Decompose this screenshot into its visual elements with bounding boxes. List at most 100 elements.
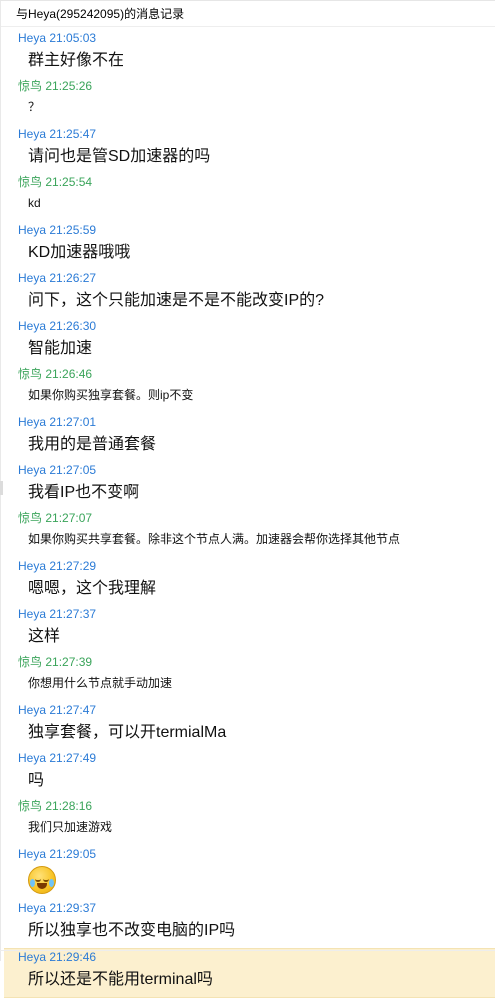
message-sender: Heya [18,127,47,141]
message-header: 惊鸟 21:27:39 [18,654,489,670]
message-header: Heya 21:27:05 [18,462,489,478]
message-text: ？ [28,100,41,114]
message-sender: Heya [18,31,47,45]
message-text: 如果你购买独享套餐。则ip不变 [28,388,194,402]
message-time: 21:28:16 [45,799,93,813]
divider [0,950,495,951]
message-text: 我看IP也不变啊 [28,484,140,501]
message-text: 你想用什么节点就手动加速 [28,676,173,690]
message-sender: 惊鸟 [18,367,43,381]
message-header: Heya 21:25:47 [18,126,489,142]
message-text: 请问也是管SD加速器的吗 [28,148,211,165]
message-time: 21:25:59 [49,223,97,237]
message-sender: 惊鸟 [18,655,43,669]
message-time: 21:05:03 [49,31,97,45]
message-text: 所以独享也不改变电脑的IP吗 [28,922,236,939]
message-header: 惊鸟 21:25:54 [18,174,489,190]
message-header: 惊鸟 21:25:26 [18,78,489,94]
message-time: 21:26:27 [49,271,97,285]
message-list[interactable]: Heya 21:05:03 群主好像不在惊鸟 21:25:26 ？ Heya 21:2… [0,27,495,998]
message-sender: Heya [18,463,47,477]
message-item[interactable]: Heya 21:29:46 所以还是不能用terminal吗 [4,948,495,998]
message-text: KD加速器哦哦 [28,244,131,261]
message-item[interactable]: Heya 21:29:37 所以独享也不改变电脑的IP吗 [0,900,495,948]
message-item[interactable]: Heya 21:05:03 群主好像不在 [0,30,495,78]
message-item[interactable]: Heya 21:27:37 这样 [0,606,495,654]
message-time: 21:26:46 [45,367,93,381]
message-item[interactable]: Heya 21:29:05 [0,846,495,900]
message-header: Heya 21:29:05 [18,846,489,862]
message-header: Heya 21:26:27 [18,270,489,286]
message-time: 21:25:26 [45,79,93,93]
message-time: 21:29:37 [49,901,97,915]
message-time: 21:25:47 [49,127,97,141]
message-time: 21:27:49 [49,751,97,765]
message-sender: 惊鸟 [18,79,43,93]
message-text: 智能加速 [28,340,93,357]
message-time: 21:27:47 [49,703,97,717]
message-header: Heya 21:27:49 [18,750,489,766]
message-item[interactable]: Heya 21:26:30 智能加速 [0,318,495,366]
message-time: 21:29:46 [49,950,97,964]
message-sender: Heya [18,901,47,915]
message-text: 我用的是普通套餐 [28,436,157,453]
message-header: Heya 21:27:37 [18,606,489,622]
message-text: 问下，这个只能加速是不是不能改变IP的? [28,292,325,309]
chat-history-window: 与Heya(295242095)的消息记录 Heya 21:05:03 群主好像不… [0,0,495,998]
message-text: 吗 [28,772,45,789]
message-text: 独享套餐，可以开termialMa [28,724,227,741]
message-item[interactable]: Heya 21:27:29 嗯嗯，这个我理解 [0,558,495,606]
message-sender: Heya [18,847,47,861]
message-item[interactable]: 惊鸟 21:28:16 我们只加速游戏 [0,798,495,846]
message-text: 如果你购买共享套餐。除非这个节点人满。加速器会帮你选择其他节点 [28,532,401,546]
message-item[interactable]: Heya 21:27:01 我用的是普通套餐 [0,414,495,462]
message-item[interactable]: 惊鸟 21:26:46 如果你购买独享套餐。则ip不变 [0,366,495,414]
message-time: 21:27:29 [49,559,97,573]
message-time: 21:29:05 [49,847,97,861]
message-header: Heya 21:26:30 [18,318,489,334]
message-item[interactable]: Heya 21:27:47 独享套餐，可以开termialMa [0,702,495,750]
message-sender: Heya [18,319,47,333]
message-time: 21:27:39 [45,655,93,669]
message-header: Heya 21:27:29 [18,558,489,574]
message-item[interactable]: 惊鸟 21:27:39 你想用什么节点就手动加速 [0,654,495,702]
message-sender: Heya [18,223,47,237]
message-text: 嗯嗯，这个我理解 [28,580,157,597]
message-text: 群主好像不在 [28,52,125,69]
message-sender: Heya [18,703,47,717]
message-sender: 惊鸟 [18,175,43,189]
message-item[interactable]: Heya 21:25:47 请问也是管SD加速器的吗 [0,126,495,174]
message-header: 惊鸟 21:27:07 [18,510,489,526]
message-item[interactable]: Heya 21:25:59 KD加速器哦哦 [0,222,495,270]
message-header: Heya 21:27:01 [18,414,489,430]
message-sender: Heya [18,271,47,285]
message-text: 我们只加速游戏 [28,820,113,834]
crying-laughing-emoji-icon [28,866,56,894]
message-header: Heya 21:27:47 [18,702,489,718]
message-header: 惊鸟 21:28:16 [18,798,489,814]
message-text: 所以还是不能用terminal吗 [28,971,213,988]
message-sender: Heya [18,415,47,429]
message-item[interactable]: Heya 21:27:05 我看IP也不变啊 [0,462,495,510]
message-header: 惊鸟 21:26:46 [18,366,489,382]
chat-history-title: 与Heya(295242095)的消息记录 [0,1,495,27]
message-time: 21:26:30 [49,319,97,333]
message-sender: Heya [18,751,47,765]
message-body [18,862,489,900]
message-item[interactable]: Heya 21:27:49 吗 [0,750,495,798]
message-header: Heya 21:29:37 [18,900,489,916]
message-item[interactable]: 惊鸟 21:27:07 如果你购买共享套餐。除非这个节点人满。加速器会帮你选择其他… [0,510,495,558]
message-header: Heya 21:05:03 [18,30,489,46]
message-item[interactable]: Heya 21:26:27 问下，这个只能加速是不是不能改变IP的? [0,270,495,318]
message-header: Heya 21:25:59 [18,222,489,238]
message-sender: 惊鸟 [18,511,43,525]
message-sender: Heya [18,950,47,964]
message-time: 21:27:01 [49,415,97,429]
message-time: 21:27:05 [49,463,97,477]
message-sender: Heya [18,607,47,621]
message-time: 21:27:07 [45,511,93,525]
message-sender: 惊鸟 [18,799,43,813]
message-sender: Heya [18,559,47,573]
message-item[interactable]: 惊鸟 21:25:26 ？ [0,78,495,126]
message-item[interactable]: 惊鸟 21:25:54 kd [0,174,495,222]
